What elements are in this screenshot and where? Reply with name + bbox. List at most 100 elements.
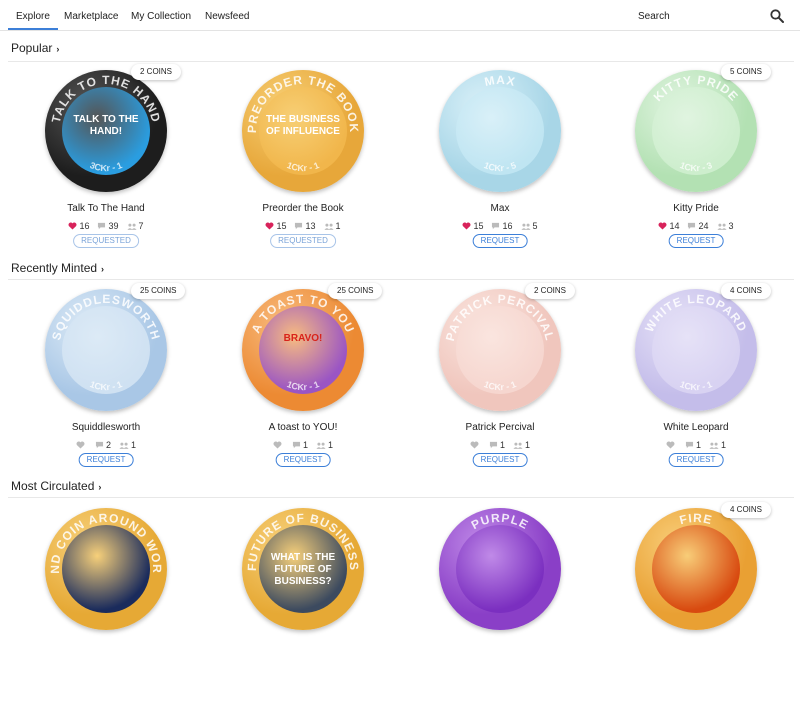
tab-marketplace[interactable]: Marketplace xyxy=(64,0,118,30)
coin-name[interactable]: White Leopard xyxy=(611,422,781,433)
holders-stat: 1 xyxy=(709,440,726,450)
svg-text:3CKr - 1: 3CKr - 1 xyxy=(88,160,123,173)
coin-ring-top: MAX xyxy=(483,73,516,89)
likes-stat[interactable] xyxy=(76,440,87,450)
coin-count-badge: 25 COINS xyxy=(328,283,383,299)
coin-stats: 11 xyxy=(415,440,585,450)
request-button[interactable]: REQUESTED xyxy=(270,234,336,248)
coin-image[interactable]: PURPLE xyxy=(439,508,561,630)
coin-stats: 14 24 3 xyxy=(611,221,781,231)
coin-center-text: WHAT IS THE FUTURE OF BUSINESS? xyxy=(270,552,336,587)
coin-name[interactable]: Preorder the Book xyxy=(218,203,388,214)
coin-ring-top: SEND COIN AROUND WORLD xyxy=(45,508,163,574)
coin-stats: 11 xyxy=(218,440,388,450)
likes-stat[interactable] xyxy=(273,440,284,450)
comments-count: 24 xyxy=(698,221,709,231)
coin-image[interactable]: PREORDER THE BOOK 1CKr - 1 THE BUSINESS OF… xyxy=(242,70,364,192)
holders-stat: 3 xyxy=(716,221,734,231)
coin-card: SQUIDDLESWORTH 1CKr - 1 25 COINS Squiddlesw… xyxy=(21,283,191,489)
coin-card: PATRICK PERCIVAL 1CKr - 1 2 COINS Patrick P… xyxy=(415,283,585,489)
coin-ring-text: SQUIDDLESWORTH 1CKr - 1 xyxy=(49,292,162,392)
coin-image[interactable]: MAX 1CKr - 5 xyxy=(439,70,561,192)
coin-image[interactable]: WHITE LEOPARD 1CKr - 1 xyxy=(635,289,757,411)
coin-name[interactable]: Squiddlesworth xyxy=(21,422,191,433)
coin-image[interactable]: SEND COIN AROUND WORLD xyxy=(45,508,167,630)
holders-stat: 1 xyxy=(513,440,530,450)
svg-text:SEND COIN AROUND WORLD: SEND COIN AROUND WORLD xyxy=(45,508,164,574)
holders-stat: 7 xyxy=(126,221,144,231)
likes-stat[interactable] xyxy=(470,440,481,450)
coin-image[interactable]: PATRICK PERCIVAL 1CKr - 1 xyxy=(439,289,561,411)
request-button[interactable]: REQUEST xyxy=(668,234,724,248)
coin-image[interactable]: SQUIDDLESWORTH 1CKr - 1 xyxy=(45,289,167,411)
comments-stat: 1 xyxy=(685,440,701,450)
request-button[interactable]: REQUEST xyxy=(472,234,528,248)
likes-stat[interactable] xyxy=(666,440,677,450)
holders-icon xyxy=(716,221,729,231)
coin-name[interactable]: Max xyxy=(415,203,585,214)
coin-ring-bottom: 1CKr - 1 xyxy=(88,379,123,392)
coin-name[interactable]: Kitty Pride xyxy=(611,203,781,214)
tab-my-collection[interactable]: My Collection xyxy=(131,0,191,30)
likes-stat[interactable]: 15 xyxy=(462,221,483,231)
svg-text:1CKr - 1: 1CKr - 1 xyxy=(482,379,517,392)
coin-name[interactable]: Patrick Percival xyxy=(415,422,585,433)
tab-newsfeed[interactable]: Newsfeed xyxy=(205,0,249,30)
holders-count: 1 xyxy=(721,440,727,450)
coin-image[interactable]: FIRE xyxy=(635,508,757,630)
comment-icon xyxy=(489,440,500,450)
svg-text:PURPLE: PURPLE xyxy=(469,511,531,532)
coin-ring-text: FIRE xyxy=(678,511,713,527)
request-button[interactable]: REQUEST xyxy=(472,453,528,467)
coin-image[interactable]: TALK TO THE HAND 3CKr - 1 TALK TO THE HAND… xyxy=(45,70,167,192)
svg-text:PATRICK PERCIVAL: PATRICK PERCIVAL xyxy=(443,292,557,343)
coin-count-badge: 4 COINS xyxy=(721,502,772,518)
likes-stat[interactable]: 15 xyxy=(265,221,286,231)
search-icon[interactable] xyxy=(770,9,784,23)
coin-image[interactable]: KITTY PRIDE 1CKr - 3 xyxy=(635,70,757,192)
likes-stat[interactable]: 14 xyxy=(658,221,679,231)
comment-icon xyxy=(294,221,305,231)
coin-image[interactable]: A TOAST TO YOU 1CKr - 1 BRAVO! xyxy=(242,289,364,411)
coin-name[interactable]: Talk To The Hand xyxy=(21,203,191,214)
heart-icon xyxy=(273,440,284,450)
coin-center-text: BRAVO! xyxy=(283,333,323,344)
likes-count: 16 xyxy=(79,221,90,231)
svg-text:1CKr - 1: 1CKr - 1 xyxy=(285,379,320,392)
section-divider xyxy=(8,61,794,62)
request-button[interactable]: REQUESTED xyxy=(73,234,139,248)
coin-ring-bottom: 1CKr - 5 xyxy=(482,160,517,173)
coin-name[interactable]: A toast to YOU! xyxy=(218,422,388,433)
request-button[interactable]: REQUEST xyxy=(275,453,331,467)
holders-icon xyxy=(709,440,721,450)
coin-stats: 16 39 7 xyxy=(21,221,191,231)
coin-ring-top: PURPLE xyxy=(469,511,530,532)
coin-image[interactable]: FUTURE OF BUSINESS WHAT IS THE FUTURE OF … xyxy=(242,508,364,630)
request-button[interactable]: REQUEST xyxy=(78,453,134,467)
comments-count: 39 xyxy=(108,221,119,231)
holders-count: 1 xyxy=(335,221,341,231)
likes-stat[interactable]: 16 xyxy=(68,221,89,231)
coin-card: TALK TO THE HAND 3CKr - 1 TALK TO THE HAND… xyxy=(21,64,191,270)
chevron-right-icon: › xyxy=(56,44,60,54)
holders-icon xyxy=(119,440,131,450)
coin-card: WHITE LEOPARD 1CKr - 14 COINS White Leopar… xyxy=(611,283,781,489)
coin-card: FIRE 4 COINS xyxy=(611,502,781,708)
tab-explore[interactable]: Explore xyxy=(8,0,58,30)
search-input[interactable] xyxy=(638,8,758,24)
heart-icon xyxy=(666,440,677,450)
holders-icon xyxy=(513,440,525,450)
comments-stat: 1 xyxy=(489,440,505,450)
coin-ring-bottom: 3CKr - 1 xyxy=(88,160,123,173)
coin-ring-bottom: 1CKr - 1 xyxy=(285,379,320,392)
holders-count: 5 xyxy=(532,221,538,231)
coin-count-badge: 2 COINS xyxy=(525,283,576,299)
section-title-popular[interactable]: Popular › xyxy=(11,41,59,55)
svg-text:1CKr - 1: 1CKr - 1 xyxy=(88,379,123,392)
comments-count: 1 xyxy=(695,440,701,450)
coin-card: SEND COIN AROUND WORLD xyxy=(21,508,191,708)
comment-icon xyxy=(491,221,502,231)
request-button[interactable]: REQUEST xyxy=(668,453,724,467)
coin-stats: 15 13 1 xyxy=(218,221,388,231)
heart-icon xyxy=(462,221,473,231)
